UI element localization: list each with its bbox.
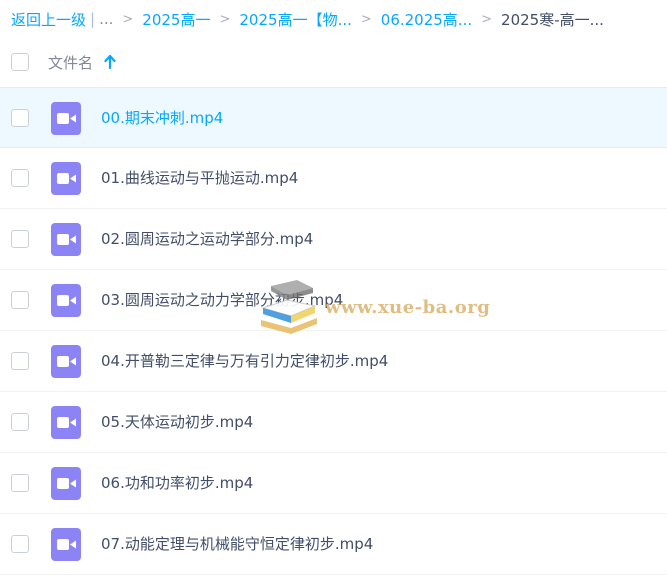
file-list-header: 文件名 [0,38,667,86]
breadcrumb-item-1[interactable]: 2025高一 [142,9,210,30]
row-checkbox[interactable] [11,169,29,187]
row-checkbox[interactable] [11,352,29,370]
breadcrumb-item-3[interactable]: 06.2025高... [381,9,472,30]
video-file-icon [51,406,81,439]
arrow-up-icon[interactable] [104,54,116,70]
file-name[interactable]: 04.开普勒三定律与万有引力定律初步.mp4 [101,331,388,392]
breadcrumb: 返回上一级 | ... > 2025高一 > 2025高一【物... > 06.… [0,0,667,38]
file-name[interactable]: 00.期末冲刺.mp4 [101,88,223,149]
file-name[interactable]: 01.曲线运动与平抛运动.mp4 [101,148,298,209]
file-name[interactable]: 03.圆周运动之动力学部分初步.mp4 [101,270,343,331]
file-row[interactable]: 04.开普勒三定律与万有引力定律初步.mp4 [0,331,667,392]
row-checkbox[interactable] [11,230,29,248]
file-row[interactable]: 03.圆周运动之动力学部分初步.mp4 [0,270,667,331]
file-row[interactable]: 07.动能定理与机械能守恒定律初步.mp4 [0,514,667,575]
file-name[interactable]: 06.功和功率初步.mp4 [101,453,253,514]
row-checkbox[interactable] [11,535,29,553]
back-link[interactable]: 返回上一级 [11,9,86,30]
file-row[interactable]: 00.期末冲刺.mp4 [0,87,667,148]
breadcrumb-arrow: > [122,11,134,27]
breadcrumb-item-2[interactable]: 2025高一【物... [239,9,351,30]
breadcrumb-arrow: > [481,11,493,27]
select-all-checkbox[interactable] [11,53,29,71]
breadcrumb-arrow: > [219,11,231,27]
video-file-icon [51,467,81,500]
video-file-icon [51,162,81,195]
file-name[interactable]: 05.天体运动初步.mp4 [101,392,253,453]
file-list: 00.期末冲刺.mp4 01.曲线运动与平抛运动.mp4 02.圆周运动之运动学部分… [0,87,667,575]
breadcrumb-ellipsis[interactable]: ... [99,10,113,28]
file-row[interactable]: 02.圆周运动之运动学部分.mp4 [0,209,667,270]
video-file-icon [51,223,81,256]
file-row[interactable]: 06.功和功率初步.mp4 [0,453,667,514]
breadcrumb-arrow: > [360,11,372,27]
file-name[interactable]: 02.圆周运动之运动学部分.mp4 [101,209,313,270]
row-checkbox[interactable] [11,413,29,431]
row-checkbox[interactable] [11,291,29,309]
video-file-icon [51,345,81,378]
row-checkbox[interactable] [11,109,29,127]
video-file-icon [51,102,81,135]
video-file-icon [51,284,81,317]
file-row[interactable]: 05.天体运动初步.mp4 [0,392,667,453]
video-file-icon [51,528,81,561]
file-row[interactable]: 01.曲线运动与平抛运动.mp4 [0,148,667,209]
breadcrumb-separator: | [90,10,96,28]
breadcrumb-current: 2025寒-高一... [501,10,604,29]
column-header-filename[interactable]: 文件名 [48,52,93,73]
file-name[interactable]: 07.动能定理与机械能守恒定律初步.mp4 [101,514,373,575]
row-checkbox[interactable] [11,474,29,492]
